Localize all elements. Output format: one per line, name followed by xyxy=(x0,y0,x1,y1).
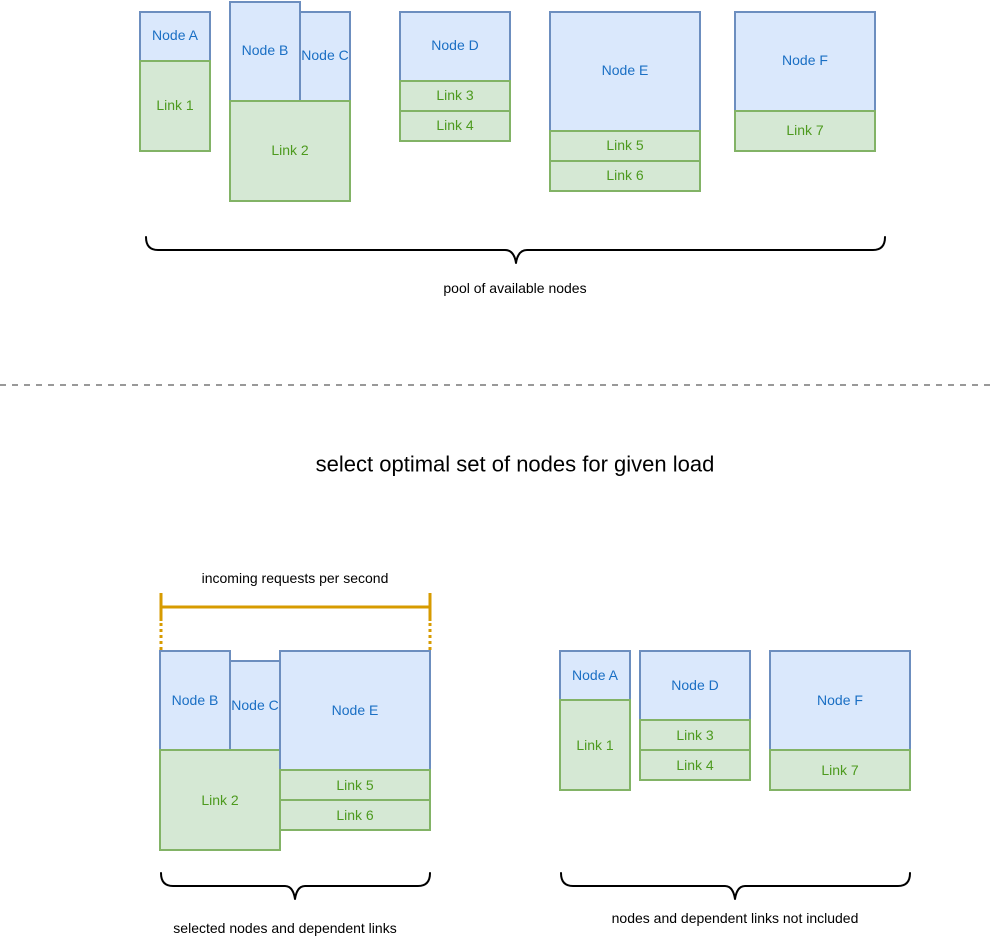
pool-link-1-label: Link 1 xyxy=(156,97,194,113)
pool-link-3-label: Link 3 xyxy=(436,87,474,103)
pool-link-5-label: Link 5 xyxy=(606,137,644,153)
load-label: incoming requests per second xyxy=(202,570,389,586)
pool-brace xyxy=(145,236,886,264)
pool-node-d-label: Node D xyxy=(431,37,478,53)
pool-node-c-label: Node C xyxy=(301,47,348,63)
excluded-caption: nodes and dependent links not included xyxy=(612,910,859,926)
excluded-node-a-label: Node A xyxy=(572,667,619,683)
selected-node-c-label: Node C xyxy=(231,697,278,713)
excluded-link-1-label: Link 1 xyxy=(576,737,614,753)
pool-node-b-label: Node B xyxy=(242,42,289,58)
excluded-group: Node A Link 1 Node D Link 3 Link 4 Node … xyxy=(559,650,911,926)
selection-heading: select optimal set of nodes for given lo… xyxy=(316,452,715,477)
selected-link-5-label: Link 5 xyxy=(336,777,374,793)
selected-group: incoming requests per second Node B Node… xyxy=(159,570,432,936)
selected-brace xyxy=(160,872,431,900)
excluded-brace xyxy=(560,872,911,900)
excluded-link-3-label: Link 3 xyxy=(676,727,714,743)
selected-node-b-label: Node B xyxy=(172,692,219,708)
pool-node-f-label: Node F xyxy=(782,52,828,68)
selected-caption: selected nodes and dependent links xyxy=(173,920,396,936)
pool-caption: pool of available nodes xyxy=(443,280,586,296)
pool-node-e-label: Node E xyxy=(602,62,649,78)
pool-link-4-label: Link 4 xyxy=(436,117,474,133)
excluded-node-f-label: Node F xyxy=(817,692,863,708)
selected-link-6-label: Link 6 xyxy=(336,807,374,823)
pool-link-6-label: Link 6 xyxy=(606,167,644,183)
excluded-node-d-label: Node D xyxy=(671,677,718,693)
selected-link-2-label: Link 2 xyxy=(201,792,239,808)
selected-node-e-label: Node E xyxy=(332,702,379,718)
excluded-link-7-label: Link 7 xyxy=(821,762,859,778)
diagram-canvas: Node A Link 1 Node B Node C Link 2 Node … xyxy=(0,1,993,936)
pool-link-7-label: Link 7 xyxy=(786,122,824,138)
pool-link-2-label: Link 2 xyxy=(271,142,309,158)
pool-node-a-label: Node A xyxy=(152,27,199,43)
pool-group: Node A Link 1 Node B Node C Link 2 Node … xyxy=(139,1,886,296)
excluded-link-4-label: Link 4 xyxy=(676,757,714,773)
